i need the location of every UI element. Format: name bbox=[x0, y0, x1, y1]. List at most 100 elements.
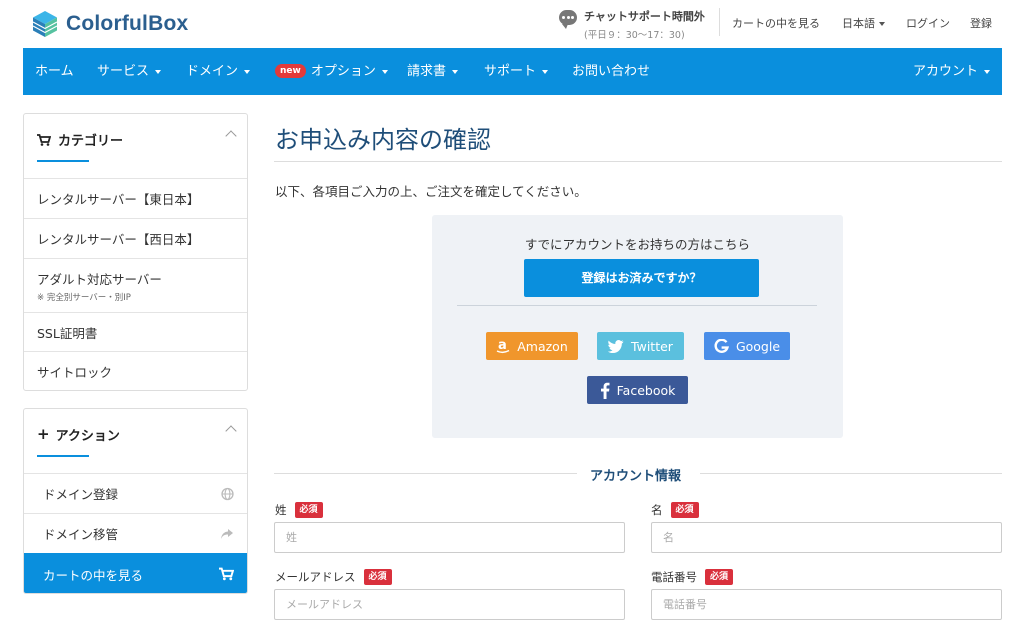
facebook-login-button[interactable]: Facebook bbox=[587, 376, 688, 404]
cart-icon bbox=[37, 133, 51, 146]
chevron-down-icon bbox=[879, 22, 885, 26]
language-label: 日本語 bbox=[842, 17, 875, 30]
first-name-label-text: 名 bbox=[651, 503, 663, 517]
last-name-input[interactable] bbox=[274, 522, 625, 553]
first-name-input[interactable] bbox=[651, 522, 1002, 553]
nav-support[interactable]: サポート bbox=[484, 48, 549, 95]
sidebar-item-label: レンタルサーバー【西日本】 bbox=[37, 232, 200, 247]
chat-support-status[interactable]: チャットサポート時間外 (平日９：30～17：30) bbox=[559, 8, 705, 41]
amazon-login-button[interactable]: a Amazon bbox=[486, 332, 578, 360]
amazon-icon: a bbox=[496, 338, 510, 354]
nav-services-label: サービス bbox=[97, 64, 150, 79]
email-label-text: メールアドレス bbox=[275, 570, 356, 584]
header-divider bbox=[719, 8, 720, 36]
top-header: ColorfulBox チャットサポート時間外 (平日９：30～17：30) カ… bbox=[0, 0, 1024, 48]
sidebar-item-label: ドメイン移管 bbox=[43, 527, 119, 542]
logo-cube-icon bbox=[32, 11, 58, 37]
required-badge: 必須 bbox=[363, 569, 392, 585]
sidebar-item-rental-east[interactable]: レンタルサーバー【東日本】 bbox=[24, 178, 247, 218]
plus-icon: + bbox=[37, 425, 50, 443]
login-divider bbox=[457, 305, 817, 306]
sidebar-item-ssl[interactable]: SSL証明書 bbox=[24, 312, 247, 351]
email-label: メールアドレス 必須 bbox=[275, 569, 392, 585]
phone-input[interactable] bbox=[651, 589, 1002, 620]
phone-label-text: 電話番号 bbox=[651, 570, 697, 584]
new-badge: new bbox=[275, 63, 306, 78]
google-label: Google bbox=[735, 338, 781, 354]
nav-contact[interactable]: お問い合わせ bbox=[572, 48, 650, 95]
sidebar-item-sitelock[interactable]: サイトロック bbox=[24, 351, 247, 390]
sidebar-item-domain-register[interactable]: ドメイン登録 bbox=[24, 473, 247, 513]
chevron-down-icon bbox=[244, 69, 251, 74]
header-cart-link[interactable]: カートの中を見る bbox=[732, 15, 820, 31]
required-badge: 必須 bbox=[705, 569, 734, 585]
nav-support-label: サポート bbox=[484, 64, 537, 79]
account-section-title: アカウント情報 bbox=[590, 469, 682, 484]
already-registered-button[interactable]: 登録はお済みですか？ bbox=[524, 259, 759, 297]
panel-underline bbox=[37, 160, 89, 162]
share-icon bbox=[221, 528, 233, 539]
title-divider bbox=[274, 161, 1002, 162]
email-input[interactable] bbox=[274, 589, 625, 620]
existing-account-lead: すでにアカウントをお持ちの方はこちら bbox=[524, 237, 751, 252]
page-title: お申込み内容の確認 bbox=[275, 126, 491, 154]
chevron-down-icon bbox=[381, 69, 388, 74]
sidebar-item-view-cart[interactable]: カートの中を見る bbox=[24, 553, 247, 593]
logo[interactable]: ColorfulBox bbox=[30, 8, 188, 40]
nav-billing-label: 請求書 bbox=[407, 64, 447, 79]
register-link[interactable]: 登録 bbox=[970, 15, 992, 31]
category-panel: カテゴリー レンタルサーバー【東日本】 レンタルサーバー【西日本】 アダルト対応… bbox=[23, 113, 248, 391]
google-g-icon bbox=[714, 338, 729, 354]
chevron-up-icon[interactable] bbox=[225, 425, 237, 437]
required-badge: 必須 bbox=[670, 502, 699, 518]
last-name-label-text: 姓 bbox=[275, 503, 287, 517]
language-selector[interactable]: 日本語 bbox=[842, 15, 885, 31]
login-link[interactable]: ログイン bbox=[906, 15, 950, 31]
first-name-label: 名 必須 bbox=[651, 502, 699, 518]
svg-text:a: a bbox=[498, 338, 507, 353]
logo-text: ColorfulBox bbox=[66, 12, 189, 35]
sidebar-item-label: アダルト対応サーバー bbox=[37, 271, 162, 287]
section-divider-right bbox=[700, 473, 1002, 474]
chevron-down-icon bbox=[452, 69, 459, 74]
nav-options-label: オプション bbox=[310, 64, 376, 79]
chevron-up-icon[interactable] bbox=[225, 130, 237, 142]
twitter-bird-icon bbox=[608, 339, 624, 353]
twitter-label: Twitter bbox=[631, 338, 673, 354]
sidebar-item-label: SSL証明書 bbox=[37, 325, 98, 341]
sidebar-item-adult-server[interactable]: アダルト対応サーバー ※ 完全別サーバー・別IP bbox=[24, 258, 247, 312]
chevron-down-icon bbox=[542, 69, 549, 74]
category-panel-title: カテゴリー bbox=[58, 134, 124, 149]
facebook-f-icon bbox=[600, 382, 610, 399]
chevron-down-icon bbox=[155, 69, 162, 74]
twitter-login-button[interactable]: Twitter bbox=[597, 332, 684, 360]
chat-bubble-icon bbox=[559, 10, 577, 29]
action-panel-header[interactable]: + アクション bbox=[24, 409, 247, 473]
sidebar-item-label: レンタルサーバー【東日本】 bbox=[37, 192, 200, 207]
amazon-label: Amazon bbox=[517, 338, 568, 354]
nav-billing[interactable]: 請求書 bbox=[407, 48, 459, 95]
nav-options[interactable]: new オプション bbox=[275, 48, 388, 95]
chat-hours: (平日９：30～17：30) bbox=[584, 30, 685, 41]
sidebar-item-domain-transfer[interactable]: ドメイン移管 bbox=[24, 513, 247, 553]
nav-home[interactable]: ホーム bbox=[35, 48, 74, 95]
action-panel: + アクション ドメイン登録 ドメイン移管 カートの中を見る bbox=[23, 408, 248, 594]
category-panel-header[interactable]: カテゴリー bbox=[24, 114, 247, 178]
action-panel-title: アクション bbox=[55, 429, 120, 444]
nav-account-label: アカウント bbox=[913, 64, 979, 79]
nav-domain-label: ドメイン bbox=[186, 64, 239, 79]
sidebar-item-rental-west[interactable]: レンタルサーバー【西日本】 bbox=[24, 218, 247, 258]
google-login-button[interactable]: Google bbox=[704, 332, 790, 360]
section-divider-left bbox=[274, 473, 577, 474]
sidebar-item-label: サイトロック bbox=[37, 364, 113, 380]
nav-services[interactable]: サービス bbox=[97, 48, 162, 95]
phone-label: 電話番号 必須 bbox=[651, 569, 734, 585]
main-nav: ホーム サービス ドメイン new オプション 請求書 サポート お問い合わせ ア… bbox=[23, 48, 1002, 95]
cart-icon bbox=[219, 567, 234, 581]
last-name-label: 姓 必須 bbox=[275, 502, 323, 518]
chat-status-title: チャットサポート時間外 bbox=[584, 10, 705, 23]
nav-domain[interactable]: ドメイン bbox=[186, 48, 251, 95]
sidebar-item-note: ※ 完全別サーバー・別IP bbox=[37, 292, 131, 303]
nav-account[interactable]: アカウント bbox=[913, 48, 991, 95]
required-badge: 必須 bbox=[294, 502, 323, 518]
